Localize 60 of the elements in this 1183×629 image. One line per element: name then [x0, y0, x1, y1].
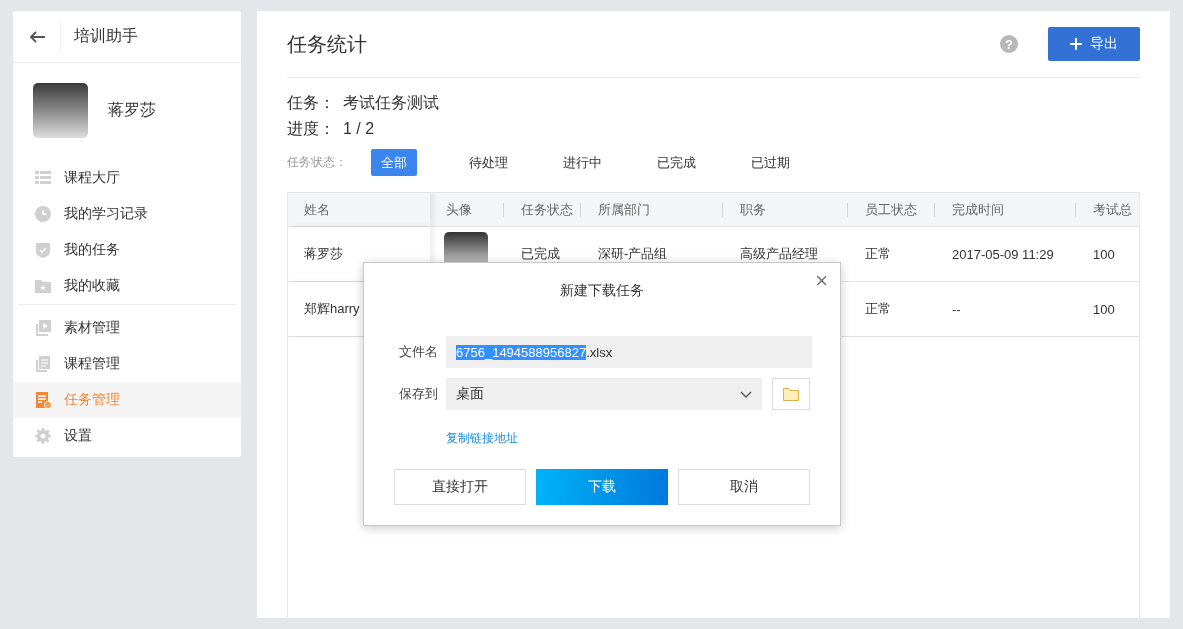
document-icon [35, 356, 51, 372]
progress-label: 进度： [287, 119, 335, 139]
filename-field[interactable]: 6756_1494588956827.xlsx [446, 336, 812, 368]
video-icon [35, 320, 51, 336]
column-header: 所属部门 [582, 200, 724, 219]
column-header: 职务 [724, 200, 849, 219]
table-cell-text: 正常 [864, 300, 892, 318]
field-label: 保存到 [398, 385, 438, 403]
chevron-down-icon [740, 390, 752, 398]
table-cell-text: 100 [1092, 246, 1116, 262]
filter-label: 任务状态： [287, 154, 348, 171]
copy-link[interactable]: 复制链接地址 [446, 430, 518, 447]
user-name: 蒋罗莎 [108, 100, 156, 120]
sidebar-item[interactable]: 课程管理 [13, 346, 241, 382]
filter-tab[interactable]: 全部 [371, 149, 417, 176]
table-cell-text: 100 [1092, 301, 1116, 317]
column-header: 头像 [430, 200, 505, 219]
table-cell-text: 2017-05-09 11:29 [951, 246, 1055, 262]
close-button[interactable]: × [813, 269, 830, 293]
filter-tab[interactable]: 待处理 [465, 149, 511, 176]
dialog-button[interactable]: 直接打开 [394, 469, 526, 505]
task-value: 考试任务测试 [343, 93, 439, 113]
folder-star-icon [35, 278, 51, 294]
sidebar-item[interactable]: 我的收藏 [13, 268, 241, 304]
field-label: 文件名 [398, 343, 438, 361]
table-cell-text: 深研-产品组 [597, 245, 669, 263]
app-title: 培训助手 [74, 26, 138, 46]
sidebar-item[interactable]: 我的任务 [13, 232, 241, 268]
sidebar-item[interactable]: 设置 [13, 418, 241, 454]
plus-icon [1070, 38, 1082, 50]
task-label: 任务： [287, 93, 335, 113]
location-dropdown[interactable]: 桌面 [446, 378, 762, 410]
photo-placeholder [33, 83, 88, 138]
column-header: 员工状态 [849, 200, 936, 219]
column-header: 任务状态 [505, 200, 582, 219]
table-cell-text: 已完成 [520, 245, 561, 263]
column-header: 完成时间 [936, 200, 1077, 219]
filter-tab[interactable]: 进行中 [559, 149, 605, 176]
gear-icon [35, 428, 51, 444]
dialog-button[interactable]: 取消 [678, 469, 810, 505]
table-cell-text: -- [951, 301, 962, 317]
shield-check-icon [35, 242, 51, 258]
column-header: 姓名 [288, 193, 430, 226]
list-icon [35, 170, 51, 186]
filter-tab[interactable]: 已完成 [653, 149, 699, 176]
folder-icon [783, 387, 799, 401]
back-arrow-icon [28, 30, 45, 43]
sidebar-item[interactable]: 课程大厅 [13, 160, 241, 196]
dialog-title: 新建下载任务 [559, 282, 645, 300]
export-button[interactable]: 导出 [1048, 27, 1140, 61]
page-title: 任务统计 [287, 31, 368, 57]
sidebar-item[interactable]: 素材管理 [13, 310, 241, 346]
progress-value: 1 / 2 [343, 119, 375, 139]
column-header: 考试总 [1077, 200, 1139, 219]
table-cell-text: 高级产品经理 [739, 245, 819, 263]
filter-tab[interactable]: 已过期 [747, 149, 793, 176]
clock-icon [35, 206, 51, 222]
sidebar-item[interactable]: 我的学习记录 [13, 196, 241, 232]
task-icon [35, 392, 51, 408]
table-cell-text: 正常 [864, 245, 892, 263]
